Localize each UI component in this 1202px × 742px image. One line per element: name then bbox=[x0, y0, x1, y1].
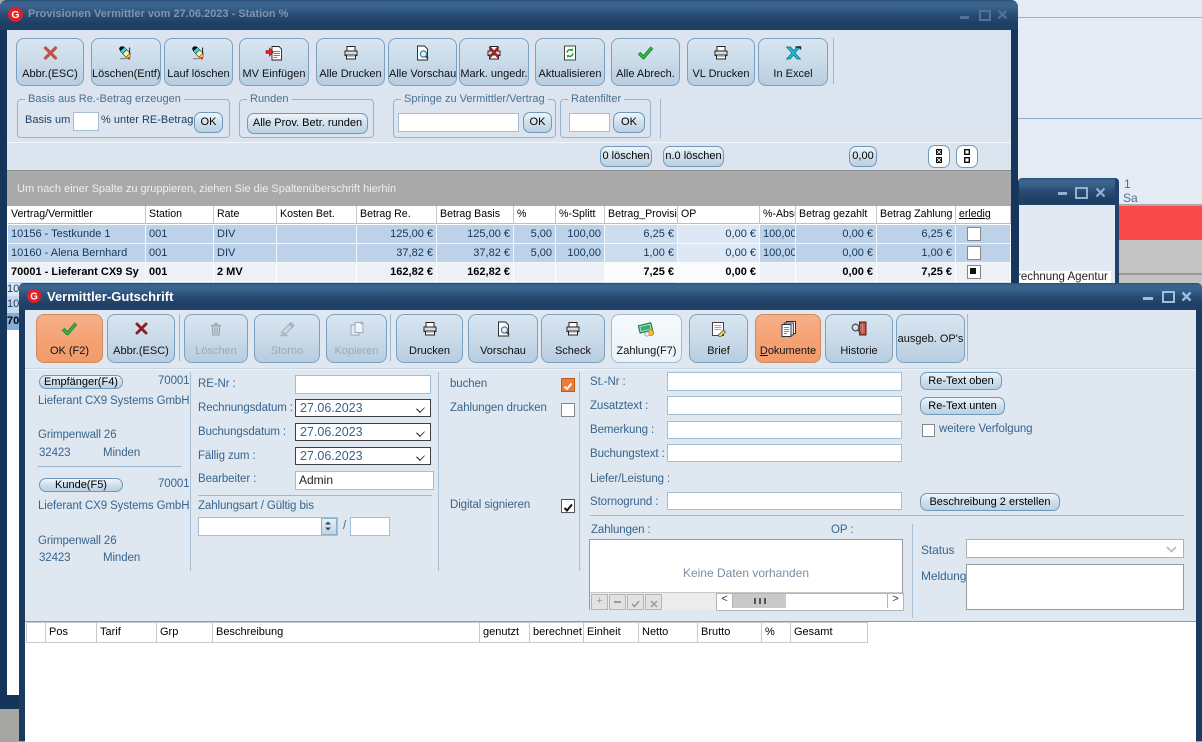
svg-text:G: G bbox=[30, 291, 38, 302]
svg-text:G: G bbox=[11, 9, 19, 21]
